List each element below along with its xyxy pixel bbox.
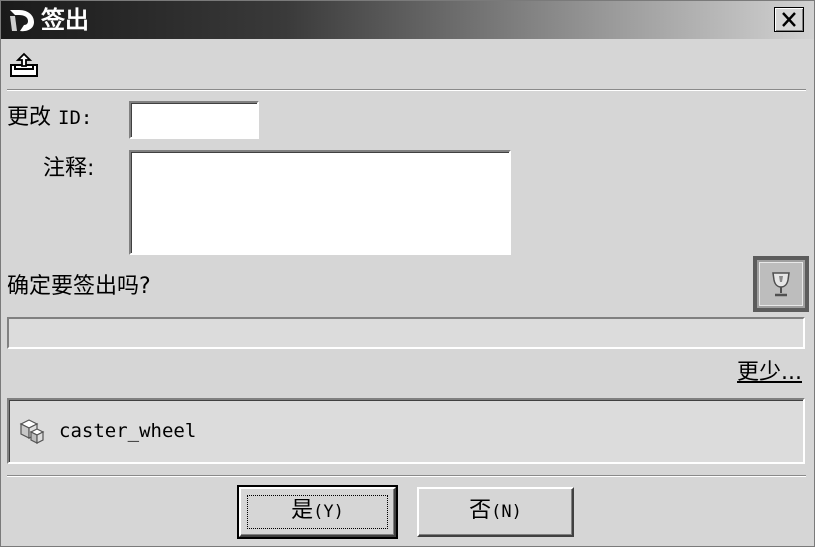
yes-button[interactable]: 是(Y)	[237, 485, 398, 539]
object-list: caster_wheel	[7, 398, 805, 464]
part-icon	[19, 419, 45, 444]
change-id-field[interactable]	[129, 101, 259, 139]
top-separator	[7, 89, 806, 91]
change-id-label: 更改 ID:	[7, 105, 93, 130]
checkout-dialog: 签出 更改 ID: 注释: 确定要签出吗? 更少... caster_wheel…	[0, 0, 815, 547]
comment-label: 注释:	[43, 156, 95, 181]
less-link[interactable]: 更少...	[737, 359, 802, 387]
confirm-text: 确定要签出吗?	[7, 274, 151, 299]
options-button[interactable]	[753, 256, 809, 312]
app-logo-icon	[10, 10, 34, 32]
no-button[interactable]: 否(N)	[417, 487, 574, 537]
goblet-icon	[772, 272, 790, 297]
item-label: caster_wheel	[59, 420, 197, 442]
close-button[interactable]	[774, 7, 804, 32]
progress-bar	[7, 317, 805, 349]
comment-field[interactable]	[129, 150, 511, 255]
title-bar[interactable]: 签出	[1, 1, 814, 39]
close-icon	[782, 12, 796, 27]
window-title: 签出	[41, 6, 89, 34]
checkout-icon[interactable]	[9, 51, 39, 79]
bottom-separator	[7, 475, 806, 477]
